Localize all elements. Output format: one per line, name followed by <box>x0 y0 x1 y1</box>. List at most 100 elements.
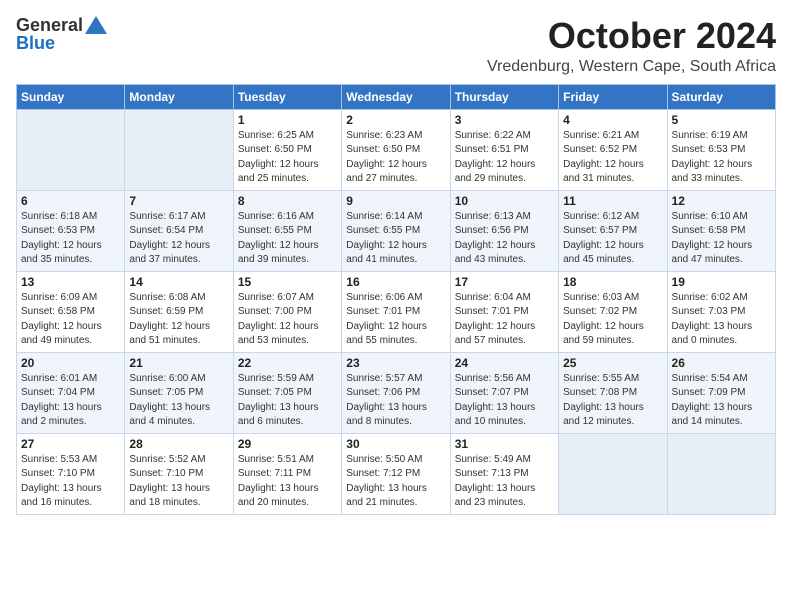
calendar-day-header: Tuesday <box>233 84 341 109</box>
calendar-day-cell <box>559 433 667 514</box>
day-number: 17 <box>455 275 554 289</box>
day-number: 12 <box>672 194 771 208</box>
calendar-day-header: Monday <box>125 84 233 109</box>
calendar-day-cell: 17 Sunrise: 6:04 AMSunset: 7:01 PMDayligh… <box>450 271 558 352</box>
logo: General Blue <box>16 16 107 52</box>
location-title: Vredenburg, Western Cape, South Africa <box>487 58 776 76</box>
calendar-day-header: Sunday <box>17 84 125 109</box>
calendar-day-cell: 6 Sunrise: 6:18 AMSunset: 6:53 PMDaylight… <box>17 190 125 271</box>
day-info: Sunrise: 6:09 AMSunset: 6:58 PMDaylight:… <box>21 291 120 349</box>
day-info: Sunrise: 6:01 AMSunset: 7:04 PMDaylight:… <box>21 372 120 430</box>
calendar-day-cell: 26Sunrise: 5:54 AMSunset: 7:09 PMDayligh… <box>667 352 775 433</box>
calendar-day-header: Thursday <box>450 84 558 109</box>
calendar-day-cell <box>667 433 775 514</box>
calendar-day-cell: 22 Sunrise: 5:59 AMSunset: 7:05 PMDayligh… <box>233 352 341 433</box>
day-info: Sunrise: 5:51 AMSunset: 7:11 PMDaylight:… <box>238 453 337 511</box>
day-number: 1 <box>238 113 337 127</box>
day-info: Sunrise: 6:19 AMSunset: 6:53 PMDaylight:… <box>672 129 771 187</box>
day-number: 20 <box>21 356 120 370</box>
calendar-day-cell: 12 Sunrise: 6:10 AMSunset: 6:58 PMDayligh… <box>667 190 775 271</box>
calendar-day-cell: 28 Sunrise: 5:52 AMSunset: 7:10 PMDayligh… <box>125 433 233 514</box>
calendar-day-cell: 11Sunrise: 6:12 AMSunset: 6:57 PMDayligh… <box>559 190 667 271</box>
calendar-day-cell: 2Sunrise: 6:23 AMSunset: 6:50 PMDaylight… <box>342 109 450 190</box>
day-number: 24 <box>455 356 554 370</box>
day-info: Sunrise: 5:56 AMSunset: 7:07 PMDaylight:… <box>455 372 554 430</box>
calendar-day-cell: 10 Sunrise: 6:13 AMSunset: 6:56 PMDayligh… <box>450 190 558 271</box>
calendar-day-cell: 16 Sunrise: 6:06 AMSunset: 7:01 PMDayligh… <box>342 271 450 352</box>
calendar-day-cell: 20 Sunrise: 6:01 AMSunset: 7:04 PMDayligh… <box>17 352 125 433</box>
calendar-table: SundayMondayTuesdayWednesdayThursdayFrid… <box>16 84 776 515</box>
calendar-week-row: 6 Sunrise: 6:18 AMSunset: 6:53 PMDaylight… <box>17 190 776 271</box>
calendar-day-header: Wednesday <box>342 84 450 109</box>
day-info: Sunrise: 6:07 AMSunset: 7:00 PMDaylight:… <box>238 291 337 349</box>
day-info: Sunrise: 6:21 AMSunset: 6:52 PMDaylight:… <box>563 129 662 187</box>
calendar-week-row: 27 Sunrise: 5:53 AMSunset: 7:10 PMDayligh… <box>17 433 776 514</box>
calendar-day-cell: 7 Sunrise: 6:17 AMSunset: 6:54 PMDaylight… <box>125 190 233 271</box>
month-title: October 2024 <box>487 16 776 56</box>
calendar-day-cell: 29 Sunrise: 5:51 AMSunset: 7:11 PMDayligh… <box>233 433 341 514</box>
day-number: 22 <box>238 356 337 370</box>
calendar-day-cell: 24 Sunrise: 5:56 AMSunset: 7:07 PMDayligh… <box>450 352 558 433</box>
day-info: Sunrise: 6:17 AMSunset: 6:54 PMDaylight:… <box>129 210 228 268</box>
day-number: 18 <box>563 275 662 289</box>
day-number: 10 <box>455 194 554 208</box>
day-number: 13 <box>21 275 120 289</box>
day-info: Sunrise: 5:55 AMSunset: 7:08 PMDaylight:… <box>563 372 662 430</box>
day-info: Sunrise: 6:00 AMSunset: 7:05 PMDaylight:… <box>129 372 228 430</box>
calendar-day-cell: 13 Sunrise: 6:09 AMSunset: 6:58 PMDayligh… <box>17 271 125 352</box>
logo-blue-text: Blue <box>16 34 55 52</box>
day-info: Sunrise: 5:49 AMSunset: 7:13 PMDaylight:… <box>455 453 554 511</box>
day-number: 6 <box>21 194 120 208</box>
calendar-day-cell <box>125 109 233 190</box>
day-number: 21 <box>129 356 228 370</box>
day-info: Sunrise: 6:06 AMSunset: 7:01 PMDaylight:… <box>346 291 445 349</box>
day-info: Sunrise: 6:18 AMSunset: 6:53 PMDaylight:… <box>21 210 120 268</box>
page-header: General Blue October 2024 Vredenburg, We… <box>16 16 776 76</box>
calendar-day-cell: 27 Sunrise: 5:53 AMSunset: 7:10 PMDayligh… <box>17 433 125 514</box>
day-number: 30 <box>346 437 445 451</box>
logo-icon <box>85 16 107 34</box>
calendar-day-cell: 1 Sunrise: 6:25 AMSunset: 6:50 PMDaylight… <box>233 109 341 190</box>
title-block: October 2024 Vredenburg, Western Cape, S… <box>487 16 776 76</box>
day-info: Sunrise: 6:04 AMSunset: 7:01 PMDaylight:… <box>455 291 554 349</box>
day-number: 28 <box>129 437 228 451</box>
day-info: Sunrise: 5:53 AMSunset: 7:10 PMDaylight:… <box>21 453 120 511</box>
day-number: 29 <box>238 437 337 451</box>
day-info: Sunrise: 5:54 AMSunset: 7:09 PMDaylight:… <box>672 372 771 430</box>
day-info: Sunrise: 6:10 AMSunset: 6:58 PMDaylight:… <box>672 210 771 268</box>
logo-general-text: General <box>16 16 83 34</box>
day-info: Sunrise: 6:22 AMSunset: 6:51 PMDaylight:… <box>455 129 554 187</box>
calendar-day-cell: 31 Sunrise: 5:49 AMSunset: 7:13 PMDayligh… <box>450 433 558 514</box>
day-number: 27 <box>21 437 120 451</box>
day-number: 31 <box>455 437 554 451</box>
day-number: 3 <box>455 113 554 127</box>
calendar-day-header: Friday <box>559 84 667 109</box>
calendar-day-cell: 8Sunrise: 6:16 AMSunset: 6:55 PMDaylight… <box>233 190 341 271</box>
calendar-day-cell <box>17 109 125 190</box>
day-number: 19 <box>672 275 771 289</box>
calendar-day-cell: 21 Sunrise: 6:00 AMSunset: 7:05 PMDayligh… <box>125 352 233 433</box>
day-number: 8 <box>238 194 337 208</box>
day-number: 14 <box>129 275 228 289</box>
day-info: Sunrise: 6:23 AMSunset: 6:50 PMDaylight:… <box>346 129 445 187</box>
day-info: Sunrise: 5:59 AMSunset: 7:05 PMDaylight:… <box>238 372 337 430</box>
day-number: 5 <box>672 113 771 127</box>
day-number: 16 <box>346 275 445 289</box>
day-number: 11 <box>563 194 662 208</box>
day-info: Sunrise: 5:50 AMSunset: 7:12 PMDaylight:… <box>346 453 445 511</box>
calendar-day-cell: 15Sunrise: 6:07 AMSunset: 7:00 PMDayligh… <box>233 271 341 352</box>
calendar-day-cell: 19Sunrise: 6:02 AMSunset: 7:03 PMDayligh… <box>667 271 775 352</box>
day-info: Sunrise: 6:25 AMSunset: 6:50 PMDaylight:… <box>238 129 337 187</box>
day-info: Sunrise: 6:03 AMSunset: 7:02 PMDaylight:… <box>563 291 662 349</box>
calendar-week-row: 20 Sunrise: 6:01 AMSunset: 7:04 PMDayligh… <box>17 352 776 433</box>
day-info: Sunrise: 6:13 AMSunset: 6:56 PMDaylight:… <box>455 210 554 268</box>
day-number: 4 <box>563 113 662 127</box>
day-number: 9 <box>346 194 445 208</box>
calendar-day-cell: 4 Sunrise: 6:21 AMSunset: 6:52 PMDaylight… <box>559 109 667 190</box>
day-info: Sunrise: 5:52 AMSunset: 7:10 PMDaylight:… <box>129 453 228 511</box>
calendar-day-cell: 14Sunrise: 6:08 AMSunset: 6:59 PMDayligh… <box>125 271 233 352</box>
day-info: Sunrise: 6:14 AMSunset: 6:55 PMDaylight:… <box>346 210 445 268</box>
day-number: 7 <box>129 194 228 208</box>
calendar-day-header: Saturday <box>667 84 775 109</box>
calendar-week-row: 1 Sunrise: 6:25 AMSunset: 6:50 PMDaylight… <box>17 109 776 190</box>
